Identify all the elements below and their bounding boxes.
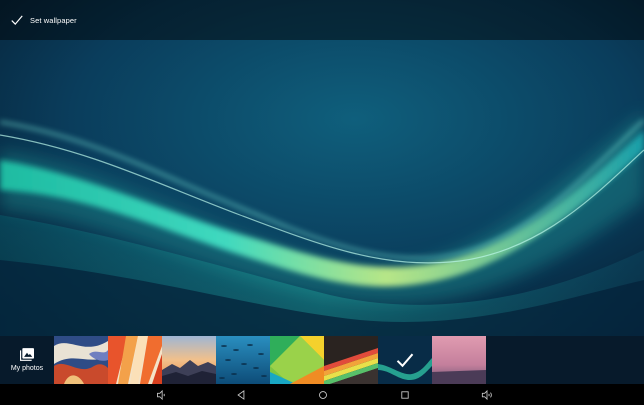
- set-wallpaper-button[interactable]: Set wallpaper: [0, 0, 87, 40]
- wallpaper-thumb-sunset-mountains[interactable]: [162, 336, 216, 384]
- home-icon: [319, 391, 327, 399]
- wallpaper-thumb-pink-horizon[interactable]: [432, 336, 486, 384]
- navigation-bar: [0, 384, 644, 405]
- check-icon: [11, 15, 23, 25]
- volume-down-icon: [157, 389, 165, 401]
- set-wallpaper-label: Set wallpaper: [30, 15, 77, 25]
- volume-up-icon: [481, 389, 492, 401]
- selected-check-icon: [396, 353, 414, 368]
- recents-icon: [401, 391, 409, 399]
- back-icon: [237, 390, 245, 400]
- volume-down-button[interactable]: [154, 388, 168, 402]
- wallpaper-thumb-marble[interactable]: [54, 336, 108, 384]
- volume-up-button[interactable]: [480, 388, 494, 402]
- wallpaper-thumb-aqua-wave[interactable]: [378, 336, 432, 384]
- home-button[interactable]: [316, 388, 330, 402]
- wallpaper-picker-screen: Set wallpaper My photos: [0, 0, 644, 405]
- back-button[interactable]: [234, 388, 248, 402]
- wallpaper-thumb-orange-layers[interactable]: [108, 336, 162, 384]
- wallpaper-preview: [0, 0, 644, 340]
- action-bar: Set wallpaper: [0, 0, 644, 40]
- wallpaper-thumb-fish-school[interactable]: [216, 336, 270, 384]
- photo-gallery-icon: [20, 348, 34, 361]
- wallpaper-thumbnail-strip: My photos: [0, 336, 644, 384]
- wallpaper-thumb-rainbow-stripes[interactable]: [324, 336, 378, 384]
- wallpaper-thumb-green-yellow[interactable]: [270, 336, 324, 384]
- my-photos-button[interactable]: My photos: [0, 336, 54, 384]
- recents-button[interactable]: [398, 388, 412, 402]
- my-photos-label: My photos: [10, 365, 44, 372]
